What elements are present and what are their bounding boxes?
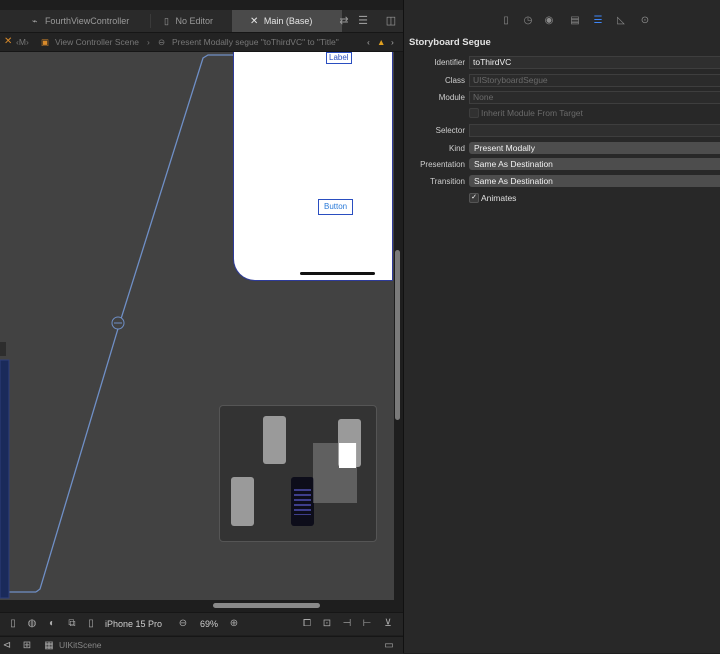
chevron-left-icon[interactable]: ‹ (367, 33, 370, 51)
align-icon[interactable]: ⊣ (340, 613, 354, 635)
inspector-tab-bar: ▯ ◷ ◉ ▤ ☰ ◺ ⊙ (404, 10, 720, 32)
tab-fourth-view-controller[interactable]: ⌁ FourthViewController (22, 10, 150, 32)
minimap-scene (291, 477, 314, 526)
selector-field[interactable] (469, 124, 720, 137)
appearance-icon[interactable]: ◐ (45, 613, 59, 635)
inherit-module-checkbox[interactable] (469, 108, 479, 118)
resolve-issues-icon[interactable]: ⊻ (381, 613, 395, 635)
update-frames-icon[interactable]: ⧠ (300, 613, 314, 635)
panel-icon[interactable]: ▭ (382, 637, 396, 654)
destination-view-controller[interactable]: Label Button (233, 52, 393, 281)
inspector-section-title: Storyboard Segue (409, 37, 491, 48)
class-field[interactable]: UIStoryboardSegue (469, 74, 720, 87)
scene-icon: ▦ (44, 640, 54, 651)
transition-popup[interactable]: Same As Destination (469, 175, 720, 187)
transition-label: Transition (430, 177, 465, 186)
tab-label: No Editor (175, 16, 213, 26)
embed-icon[interactable]: ⊡ (320, 613, 334, 635)
horizontal-scrollbar[interactable] (213, 603, 320, 608)
presentation-popup[interactable]: Same As Destination (469, 158, 720, 170)
chevron-right-icon: › (147, 37, 150, 47)
size-inspector-icon[interactable]: ◺ (612, 10, 630, 32)
attributes-inspector-icon[interactable]: ☰ (589, 10, 607, 32)
inherit-module-label: Inherit Module From Target (481, 108, 583, 118)
minimap-scene (231, 477, 254, 526)
tab-label: Main (Base) (263, 16, 313, 26)
identifier-label: Identifier (434, 58, 465, 67)
jump-bar-item[interactable]: Present Modally segue "toThirdVC" to "Ti… (172, 33, 339, 51)
home-indicator (300, 272, 375, 275)
identity-inspector-icon[interactable]: ▤ (566, 10, 584, 32)
attributes-inspector: ▯ ◷ ◉ ▤ ☰ ◺ ⊙ Storyboard Segue Identifie… (404, 0, 720, 653)
phone-label[interactable]: Label (326, 52, 352, 64)
storyboard-canvas[interactable]: Label Button (0, 52, 394, 600)
device-icon[interactable]: ▯ (84, 613, 98, 635)
animates-label: Animates (481, 193, 517, 203)
class-label: Class (444, 76, 465, 85)
jump-bar-item[interactable]: ‹M› (16, 33, 29, 51)
status-bar: ⊲ ⊞ ▦ UIKitScene ▭ (0, 636, 403, 654)
scene-icon: ▣ (41, 37, 50, 47)
module-label: Module (438, 93, 465, 102)
tab-label: FourthViewController (44, 16, 130, 26)
kind-popup[interactable]: Present Modally (469, 142, 720, 154)
minimap-scene (263, 416, 286, 464)
chevron-right-icon[interactable]: › (391, 33, 394, 51)
minimap[interactable] (219, 405, 377, 542)
device-name[interactable]: iPhone 15 Pro (105, 613, 162, 635)
vertical-scrollbar[interactable] (395, 250, 400, 420)
swap-icon[interactable]: ⇄ (337, 10, 351, 32)
split-editor-icon[interactable]: ◫ (384, 10, 398, 32)
warning-icon[interactable]: ▲ (377, 33, 385, 51)
animates-checkbox[interactable]: ✓ (469, 193, 479, 203)
identifier-field[interactable]: toThirdVC (469, 56, 720, 69)
close-icon[interactable]: ✕ (250, 16, 258, 27)
document-icon: ▯ (164, 16, 169, 26)
editor-tab-bar: ⌁ FourthViewController ▯ No Editor ✕ Mai… (0, 10, 403, 33)
canvas-bottom-bar: ▯ ◍ ◐ ⧉ ▯ iPhone 15 Pro ⊖ 69% ⊕ ⧠ ⊡ ⊣ ⊢ … (0, 612, 403, 635)
orientation-icon[interactable]: ⧉ (65, 613, 79, 635)
module-field[interactable]: None (469, 91, 720, 104)
history-inspector-icon[interactable]: ◷ (519, 10, 537, 32)
tab-separator (150, 14, 151, 28)
close-icon[interactable]: ✕ (4, 33, 12, 51)
status-scene-name: UIKitScene (59, 640, 102, 650)
filter-icon[interactable]: ⊲ (0, 637, 14, 654)
zoom-in-icon[interactable]: ⊕ (227, 613, 241, 635)
jump-bar: ✕ ‹M› ▣ View Controller Scene › ⊖ Presen… (0, 33, 403, 52)
zoom-out-icon[interactable]: ⊖ (176, 613, 190, 635)
presentation-label: Presentation (420, 160, 465, 169)
selector-label: Selector (435, 126, 465, 135)
phone-button[interactable]: Button (318, 199, 354, 215)
quick-help-icon[interactable]: ◉ (540, 10, 558, 32)
list-icon[interactable]: ☰ (356, 10, 370, 32)
segue-icon: ⊖ (158, 37, 166, 47)
tab-no-editor[interactable]: ▯ No Editor (152, 10, 244, 32)
jump-bar-item[interactable]: View Controller Scene (55, 33, 139, 51)
accessibility-icon[interactable]: ◍ (25, 613, 39, 635)
minimap-selected-scene (339, 443, 356, 468)
hierarchy-icon[interactable]: ⊞ (20, 637, 34, 654)
zoom-level: 69% (200, 619, 219, 629)
sidebar-icon[interactable]: ▯ (6, 613, 20, 635)
file-inspector-icon[interactable]: ▯ (497, 10, 515, 32)
constraints-icon[interactable]: ⊢ (360, 613, 374, 635)
editor-area: ⌁ FourthViewController ▯ No Editor ✕ Mai… (0, 0, 403, 654)
connections-inspector-icon[interactable]: ⊙ (636, 10, 654, 32)
tab-main-base[interactable]: ✕ Main (Base) (232, 10, 342, 32)
swift-icon: ⌁ (32, 16, 38, 26)
kind-label: Kind (448, 144, 465, 153)
